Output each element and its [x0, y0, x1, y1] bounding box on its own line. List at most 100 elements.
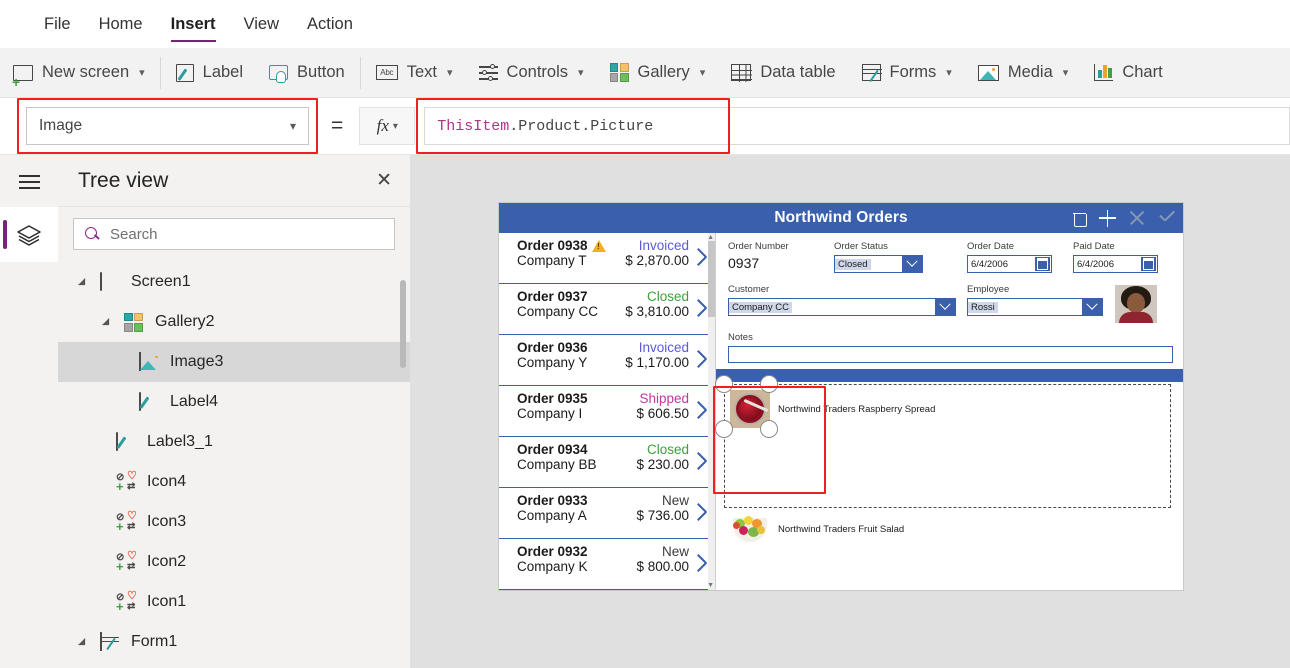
gallery-order-number: Order 0933 — [517, 493, 588, 508]
formula-input[interactable]: ThisItem .Product.Picture — [424, 107, 1290, 145]
product-item[interactable]: Northwind Traders Fruit Salad — [730, 512, 904, 546]
gallery-amount: $ 3,810.00 — [625, 304, 689, 319]
property-dropdown-value: Image — [39, 117, 83, 134]
tree-node-label3-1[interactable]: Label3_1 — [58, 422, 410, 462]
employee-avatar — [1115, 285, 1157, 323]
ribbon-chart[interactable]: Chart — [1081, 48, 1175, 98]
calendar-icon[interactable] — [1141, 257, 1156, 271]
resize-handle-bottom-right[interactable] — [760, 420, 778, 438]
close-icon[interactable]: ✕ — [376, 171, 392, 190]
chevron-down-icon[interactable] — [935, 299, 955, 315]
chevron-right-icon[interactable] — [695, 297, 708, 319]
tree-view-header: Tree view ✕ — [58, 155, 410, 207]
forms-icon — [861, 64, 882, 81]
confirm-icon[interactable] — [1158, 210, 1175, 226]
search-input[interactable]: Search — [73, 218, 395, 250]
scroll-up-icon[interactable]: ▲ — [707, 234, 714, 241]
gallery-item[interactable]: Order 0932 New Company K $ 800.00 — [499, 539, 715, 590]
chevron-right-icon[interactable] — [695, 501, 708, 523]
add-icon[interactable] — [1099, 209, 1116, 227]
order-date-value: 6/4/2006 — [971, 258, 1008, 270]
menu-item-insert[interactable]: Insert — [157, 0, 230, 48]
ribbon-text[interactable]: Abc Text ▾ — [363, 48, 466, 98]
gallery-item[interactable]: Order 0933 New Company A $ 736.00 — [499, 488, 715, 539]
gallery-item[interactable]: Order 0937 Closed Company CC $ 3,810.00 — [499, 284, 715, 335]
cancel-icon[interactable] — [1129, 210, 1145, 226]
tree-node-form1[interactable]: Form1 — [58, 622, 410, 662]
chevron-right-icon[interactable] — [695, 450, 708, 472]
gallery-icon — [124, 312, 143, 332]
notes-field-wrap: Notes — [728, 332, 1173, 363]
ribbon-data-table[interactable]: Data table — [718, 48, 848, 98]
gallery-amount: $ 230.00 — [636, 457, 689, 472]
tree-node-icon4[interactable]: ⊘ ♡ + ⇄ Icon4 — [58, 462, 410, 502]
hamburger-menu-button[interactable] — [0, 155, 58, 207]
gallery-company: Company CC — [517, 304, 599, 319]
scroll-down-icon[interactable]: ▼ — [707, 582, 714, 589]
menu-item-home[interactable]: Home — [85, 0, 157, 48]
chevron-down-icon[interactable] — [1082, 299, 1102, 315]
resize-handle-bottom-left[interactable] — [715, 420, 733, 438]
gallery-scrollbar[interactable]: ▲ ▼ — [707, 233, 715, 590]
gallery-item[interactable]: Order 0934 Closed Company BB $ 230.00 — [499, 437, 715, 488]
ribbon-controls[interactable]: Controls ▾ — [466, 48, 597, 98]
products-gallery: Northwind Traders Raspberry Spread North… — [715, 375, 1173, 546]
tree-node-icon1[interactable]: ⊘ ♡ + ⇄ Icon1 — [58, 582, 410, 622]
chevron-right-icon[interactable] — [695, 348, 708, 370]
customer-dropdown[interactable]: Company CC — [728, 298, 956, 316]
gallery-scrollbar-thumb[interactable] — [708, 241, 715, 317]
tree-node-icon3[interactable]: ⊘ ♡ + ⇄ Icon3 — [58, 502, 410, 542]
menu-item-action[interactable]: Action — [293, 0, 367, 48]
ribbon-new-screen[interactable]: New screen ▾ — [0, 48, 158, 98]
resize-handle-top-left[interactable] — [715, 375, 733, 393]
ribbon-forms[interactable]: Forms ▾ — [849, 48, 965, 98]
media-image-icon — [977, 64, 999, 81]
product-name: Northwind Traders Fruit Salad — [778, 523, 905, 535]
abc-text-icon: Abc — [375, 65, 398, 80]
tree-node-gallery2[interactable]: Gallery2 — [58, 302, 410, 342]
chevron-right-icon[interactable] — [695, 399, 708, 421]
tree-node-image3[interactable]: Image3 — [58, 342, 410, 382]
chevron-right-icon[interactable] — [695, 246, 708, 268]
ribbon-media[interactable]: Media ▾ — [965, 48, 1081, 98]
chart-bars-icon — [1094, 64, 1114, 81]
tree-view-scrollbar-thumb[interactable] — [400, 280, 406, 368]
order-status-dropdown[interactable]: Closed — [834, 255, 923, 273]
product-name: Northwind Traders Raspberry Spread — [778, 403, 936, 415]
notes-input[interactable] — [728, 346, 1173, 363]
chevron-down-icon[interactable] — [902, 256, 922, 272]
employee-dropdown[interactable]: Rossi — [967, 298, 1103, 316]
gallery-order-number: Order 0937 — [517, 289, 588, 304]
gallery-item[interactable]: Order 0938 Invoiced Company T $ 2,870.00 — [499, 233, 715, 284]
gallery-company: Company Y — [517, 355, 588, 370]
fx-button[interactable]: fx ▾ — [359, 107, 416, 145]
ribbon-gallery[interactable]: Gallery ▾ — [597, 48, 719, 98]
tree-node-screen1[interactable]: Screen1 — [58, 262, 410, 302]
twisty-expanded-icon[interactable] — [104, 317, 115, 328]
insert-ribbon: New screen ▾ Label Button Abc Text ▾ Con… — [0, 48, 1290, 98]
gallery-amount: $ 1,170.00 — [625, 355, 689, 370]
gallery-company: Company K — [517, 559, 588, 574]
twisty-expanded-icon[interactable] — [80, 637, 91, 648]
menu-item-view[interactable]: View — [230, 0, 293, 48]
tree-node-icon2[interactable]: ⊘ ♡ + ⇄ Icon2 — [58, 542, 410, 582]
chevron-right-icon[interactable] — [695, 552, 708, 574]
tree-view-panel: Tree view ✕ Search Screen1 Gallery2 Imag… — [58, 155, 411, 668]
ribbon-label[interactable]: Label — [163, 48, 256, 98]
layers-icon — [17, 224, 41, 246]
property-dropdown[interactable]: Image ▾ — [26, 107, 309, 145]
twisty-expanded-icon[interactable] — [80, 277, 91, 288]
tree-node-label4[interactable]: Label4 — [58, 382, 410, 422]
resize-handle-top-right[interactable] — [760, 375, 778, 393]
equals-sign: = — [331, 114, 344, 137]
rail-tab-tree-view[interactable] — [0, 207, 58, 262]
paid-date-input[interactable]: 6/4/2006 — [1073, 255, 1158, 273]
menu-item-file[interactable]: File — [30, 0, 85, 48]
chevron-down-icon: ▾ — [1062, 67, 1069, 79]
ribbon-button[interactable]: Button — [256, 48, 358, 98]
gallery-item[interactable]: Order 0936 Invoiced Company Y $ 1,170.00 — [499, 335, 715, 386]
calendar-icon[interactable] — [1035, 257, 1050, 271]
order-date-input[interactable]: 6/4/2006 — [967, 255, 1052, 273]
delete-icon[interactable] — [1073, 211, 1087, 227]
gallery-item[interactable]: Order 0935 Shipped Company I $ 606.50 — [499, 386, 715, 437]
